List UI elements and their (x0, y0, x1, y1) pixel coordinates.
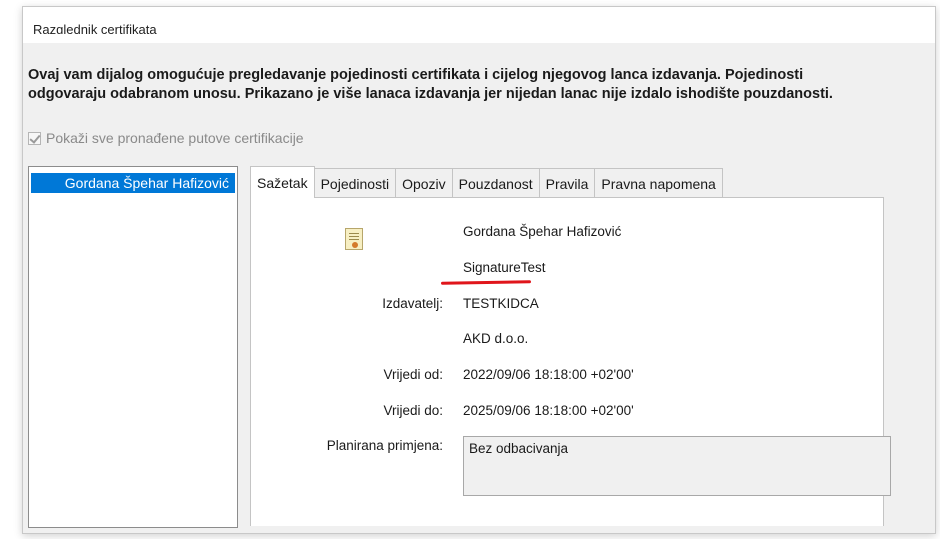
tab-revocation[interactable]: Opoziv (396, 168, 453, 198)
red-underline-annotation (440, 280, 532, 285)
intro-line-2: odgovaraju odabranom unosu. Prikazano je… (28, 86, 833, 102)
tab-bar: Sažetak Pojedinosti Opoziv Pouzdanost Pr… (250, 166, 723, 198)
issuer-name: TESTKIDCA (463, 296, 539, 311)
intended-usage-value: Bez odbacivanja (469, 441, 569, 456)
tree-item-certificate[interactable]: Gordana Špehar Hafizović (31, 173, 235, 193)
dialog-title: Razglednik certifikata (33, 22, 157, 34)
subject-organization: SignatureTest (463, 260, 546, 275)
title-bar: Razglednik certifikata (23, 7, 935, 43)
summary-panel: Gordana Špehar Hafizović SignatureTest I… (250, 197, 891, 526)
certificate-chain-tree[interactable]: Gordana Špehar Hafizović (28, 166, 238, 528)
certificate-icon (345, 228, 363, 250)
show-all-paths-label: Pokaži sve pronađene putove certifikacij… (46, 130, 304, 146)
intended-usage-field: Bez odbacivanja (463, 436, 891, 496)
show-all-paths-checkbox (28, 131, 41, 145)
tab-policies[interactable]: Pravila (539, 168, 596, 198)
valid-to-label: Vrijedi do: (383, 403, 443, 418)
valid-from-value: 2022/09/06 18:18:00 +02'00' (463, 367, 634, 382)
valid-to-value: 2025/09/06 18:18:00 +02'00' (463, 403, 634, 418)
issuer-organization: AKD d.o.o. (463, 331, 529, 346)
intended-usage-label: Planirana primjena: (326, 438, 443, 453)
valid-from-label: Vrijedi od: (383, 367, 443, 382)
show-all-paths-option: Pokaži sve pronađene putove certifikacij… (28, 130, 304, 146)
subject-name: Gordana Špehar Hafizović (463, 224, 622, 239)
intro-line-1: Ovaj vam dijalog omogućuje pregledavanje… (28, 67, 804, 83)
tab-trust[interactable]: Pouzdanost (452, 168, 540, 198)
issuer-label: Izdavatelj: (382, 296, 443, 311)
tab-summary[interactable]: Sažetak (250, 166, 315, 198)
tab-legal-notice[interactable]: Pravna napomena (595, 168, 723, 198)
intro-text: Ovaj vam dijalog omogućuje pregledavanje… (28, 66, 888, 104)
tab-details[interactable]: Pojedinosti (314, 168, 397, 198)
